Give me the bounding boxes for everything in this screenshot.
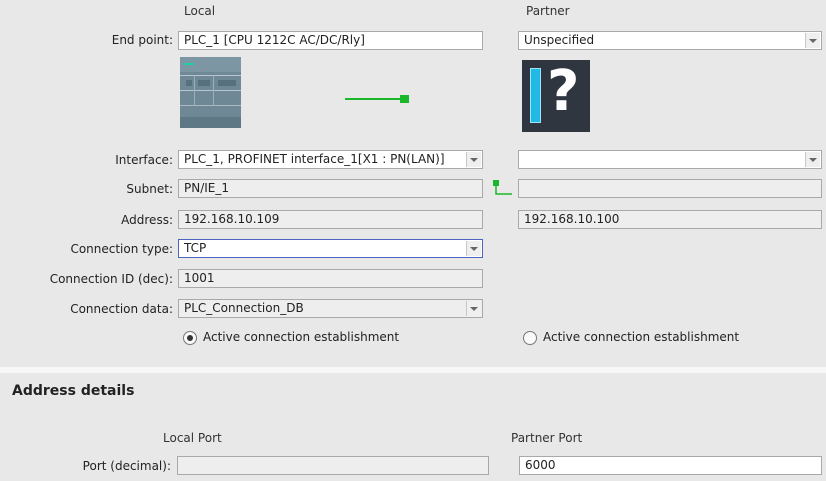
partner-endpoint-dropdown[interactable]: Unspecified [518, 31, 822, 50]
connection-id-label: Connection ID (dec): [49, 272, 173, 286]
partner-port-field[interactable]: 6000 [519, 456, 822, 475]
partner-port-value: 6000 [525, 458, 556, 472]
local-active-establishment-label: Active connection establishment [203, 330, 400, 344]
subnet-link-icon [493, 180, 513, 197]
connection-id-value: 1001 [184, 271, 215, 285]
chevron-down-icon[interactable] [805, 33, 820, 48]
endpoint-label: End point: [111, 33, 173, 47]
partner-column-header: Partner [526, 4, 570, 18]
local-subnet-value: PN/IE_1 [184, 181, 230, 195]
address-details-title: Address details [12, 383, 135, 399]
partner-subnet-field[interactable] [518, 179, 822, 198]
partner-interface-dropdown[interactable] [518, 150, 822, 169]
local-column-header: Local [184, 4, 216, 18]
connection-type-label: Connection type: [70, 242, 173, 256]
connection-data-label: Connection data: [70, 302, 173, 316]
chevron-down-icon[interactable] [466, 301, 481, 316]
local-address-field[interactable]: 192.168.10.109 [178, 210, 483, 229]
subnet-label: Subnet: [126, 182, 173, 196]
partner-port-header: Partner Port [511, 431, 583, 445]
address-label: Address: [121, 213, 173, 227]
connection-data-value: PLC_Connection_DB [184, 301, 304, 315]
chevron-down-icon[interactable] [466, 241, 481, 256]
local-port-header: Local Port [163, 431, 222, 445]
partner-address-field[interactable]: 192.168.10.100 [518, 210, 822, 229]
connection-data-dropdown[interactable]: PLC_Connection_DB [178, 299, 483, 318]
chevron-down-icon[interactable] [466, 152, 481, 167]
partner-device-bar [530, 68, 541, 123]
partner-active-establishment-radio[interactable] [523, 331, 537, 345]
local-subnet-field[interactable]: PN/IE_1 [178, 179, 483, 198]
local-interface-dropdown[interactable]: PLC_1, PROFINET interface_1[X1 : PN(LAN)… [178, 150, 483, 169]
port-decimal-label: Port (decimal): [82, 459, 171, 473]
connection-type-dropdown[interactable]: TCP [178, 239, 483, 258]
local-endpoint-field[interactable]: PLC_1 [CPU 1212C AC/DC/Rly] [178, 31, 483, 50]
local-port-field[interactable] [177, 456, 489, 475]
interface-label: Interface: [115, 153, 173, 167]
partner-active-establishment-label: Active connection establishment [543, 330, 740, 344]
chevron-down-icon[interactable] [805, 152, 820, 167]
local-interface-value: PLC_1, PROFINET interface_1[X1 : PN(LAN)… [184, 152, 445, 166]
partner-address-value: 192.168.10.100 [524, 212, 620, 226]
connection-type-value: TCP [184, 241, 207, 255]
partner-endpoint-value: Unspecified [524, 33, 595, 47]
local-address-value: 192.168.10.109 [184, 212, 280, 226]
local-plc-device-icon [180, 57, 241, 128]
question-mark-icon: ? [547, 59, 580, 124]
local-endpoint-value: PLC_1 [CPU 1212C AC/DC/Rly] [184, 33, 365, 47]
section-divider [0, 367, 826, 373]
connection-link-icon [345, 93, 410, 103]
connection-id-field[interactable]: 1001 [178, 269, 483, 288]
unspecified-partner-device-icon: ? [522, 59, 590, 132]
local-active-establishment-radio[interactable] [183, 331, 197, 345]
